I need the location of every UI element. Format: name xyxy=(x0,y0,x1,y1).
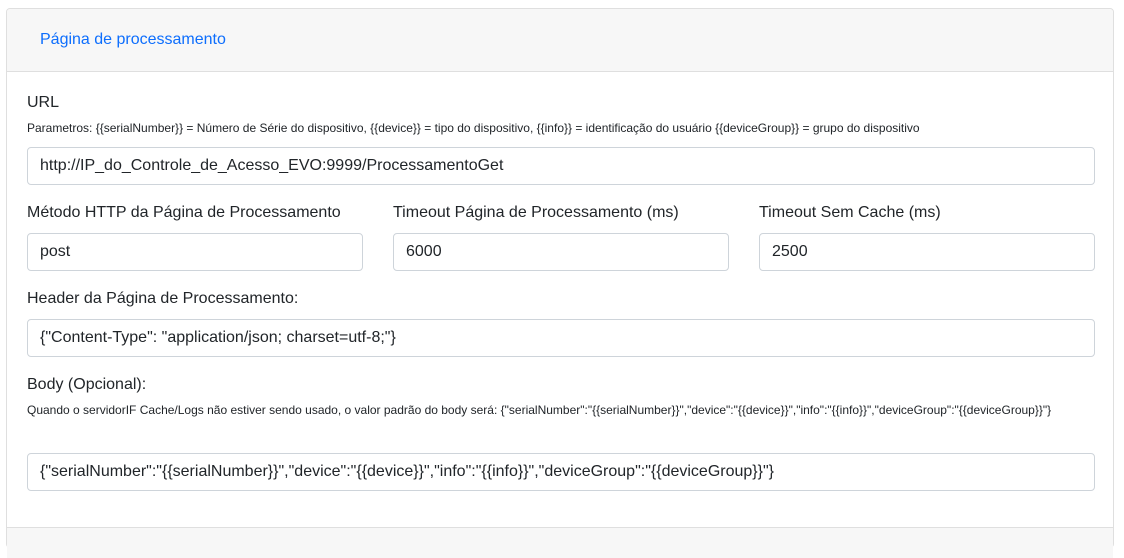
header-label: Header da Página de Processamento: xyxy=(27,290,299,307)
timeout-input[interactable] xyxy=(393,233,729,271)
timeout-label: Timeout Página de Processamento (ms) xyxy=(393,204,679,221)
url-help-text: Parametros: {{serialNumber}} = Número de… xyxy=(27,121,920,135)
url-input[interactable] xyxy=(27,147,1095,185)
timeout-no-cache-label: Timeout Sem Cache (ms) xyxy=(759,204,941,221)
card-footer xyxy=(7,527,1113,558)
body-help-text: Quando o servidorIF Cache/Logs não estiv… xyxy=(27,403,1052,417)
url-label: URL xyxy=(27,94,60,111)
header-input[interactable] xyxy=(27,319,1095,357)
timeout-no-cache-input[interactable] xyxy=(759,233,1095,271)
http-method-input[interactable] xyxy=(27,233,363,271)
processing-page-link[interactable]: Página de processamento xyxy=(40,31,226,48)
card-header: Página de processamento xyxy=(7,9,1113,72)
body-input[interactable] xyxy=(27,453,1095,491)
http-method-label: Método HTTP da Página de Processamento xyxy=(27,204,341,221)
body-label: Body (Opcional): xyxy=(27,376,147,393)
